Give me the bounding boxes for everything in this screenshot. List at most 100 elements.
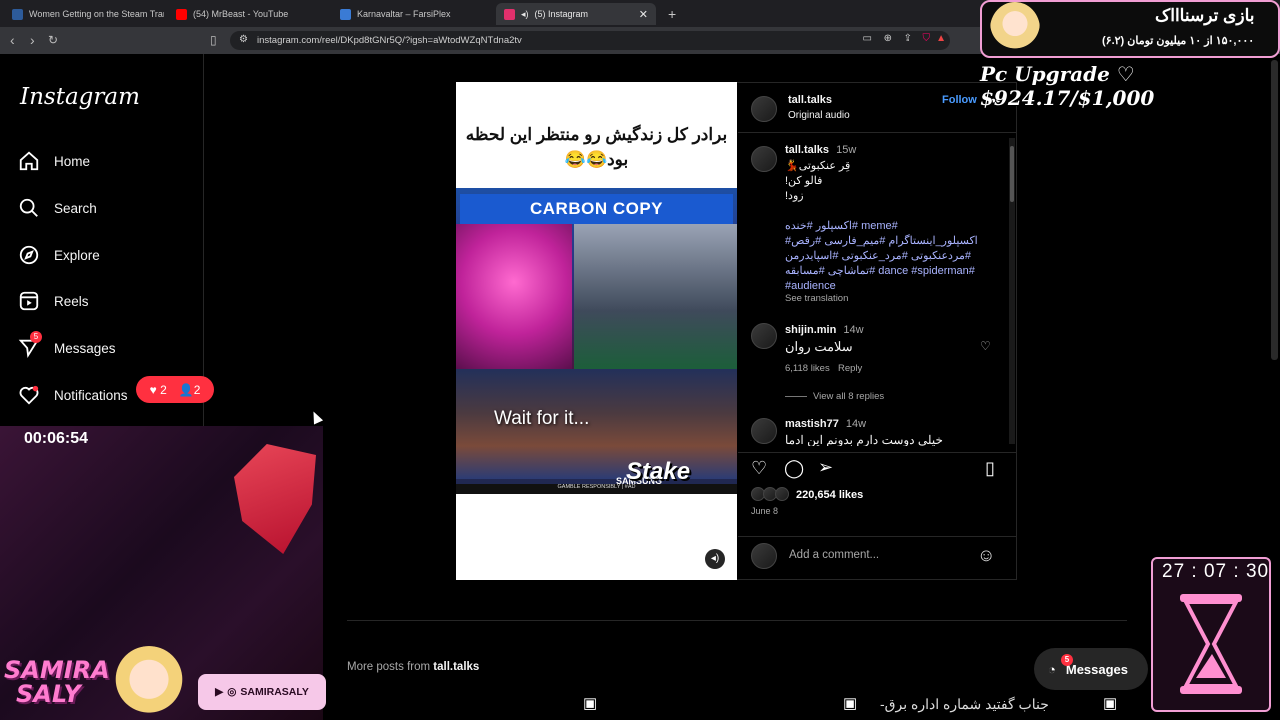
speaker-icon: ◂)	[521, 8, 529, 19]
brave-shield-icon[interactable]: ⛉	[923, 33, 931, 44]
reel-thumbnail-icon[interactable]: ▣	[583, 694, 597, 712]
carbon-copy-banner: CARBON COPY	[460, 194, 733, 224]
reels-icon	[19, 291, 39, 311]
more-posts-user-link[interactable]: tall.talks	[433, 661, 479, 673]
divider	[738, 132, 1016, 133]
comment-icon[interactable]: ◯	[784, 458, 804, 479]
reload-icon[interactable]: ↻	[48, 33, 58, 47]
site-settings-icon[interactable]: ⚙	[239, 34, 248, 45]
hashtags-line[interactable]: #dance #spiderman #تماشاچی #مسابقه	[785, 264, 985, 279]
reel-thumbnail-icon[interactable]: ▣	[843, 694, 857, 712]
sidebar-item-label: Search	[54, 200, 97, 216]
caption-line: زود!	[785, 190, 804, 202]
floating-messages-button[interactable]: ◔ 5 Messages	[1034, 648, 1148, 690]
see-translation-link[interactable]: See translation	[785, 293, 848, 304]
caption-author-avatar[interactable]	[751, 146, 777, 172]
back-arrow-icon[interactable]: ‹	[10, 32, 15, 48]
author-avatar[interactable]	[751, 96, 777, 122]
instagram-favicon-icon	[504, 8, 515, 20]
sidebar-item-label: Messages	[54, 340, 116, 356]
reel-video[interactable]: CARBON COPY SAMSUNG Wait for it... Stake…	[456, 188, 737, 494]
comment-reply-link[interactable]: Reply	[838, 363, 862, 374]
follow-button[interactable]: Follow	[942, 94, 977, 106]
new-tab-button[interactable]: +	[660, 3, 684, 25]
share-icon[interactable]: ⇪	[904, 33, 912, 44]
caption-line: فالو کن!	[785, 175, 823, 187]
comment-like-icon[interactable]: ♡	[980, 339, 991, 353]
sidebar-item-explore[interactable]: Explore	[18, 244, 100, 266]
caption-time: 15w	[836, 144, 857, 156]
pc-upgrade-goal: Pc Upgrade ♡ $924.17/$1,000	[980, 62, 1155, 110]
like-icon[interactable]: ♡	[751, 458, 767, 479]
sidebar-item-reels[interactable]: Reels	[18, 290, 89, 312]
browser-tab-1[interactable]: Women Getting on the Steam Tram	[4, 3, 164, 25]
bookmark-icon[interactable]: ▯	[210, 33, 217, 47]
hashtags-line[interactable]: #meme #اکسپلور #خنده	[785, 219, 933, 234]
mute-toggle-icon[interactable]: ◂)	[705, 549, 725, 569]
instagram-logo[interactable]: Instagram	[20, 84, 140, 110]
sidebar-item-label: Notifications	[54, 387, 128, 403]
add-comment-input[interactable]: Add a comment...	[789, 549, 879, 561]
address-bar[interactable]: ⚙ instagram.com/reel/DKpd8tGNr5Q/?igsh=a…	[230, 31, 950, 50]
heart-icon: ♥	[149, 382, 157, 397]
divider	[738, 452, 1016, 453]
post-details-panel	[737, 82, 1017, 580]
game-title: بازی ترسناااک	[1155, 6, 1255, 25]
hashtags-line[interactable]: اکسپلور_اینستاگرام #میم_فارسی #رقص#	[785, 234, 980, 249]
post-date[interactable]: June 8	[751, 506, 778, 516]
close-tab-icon[interactable]: ✕	[639, 8, 648, 21]
view-replies-link[interactable]: View all 8 replies	[813, 391, 884, 402]
streamer-name-logo: SAMIRA SALY	[4, 658, 110, 706]
comments-scroll-thumb[interactable]	[1010, 146, 1014, 202]
messages-label: Messages	[1065, 661, 1129, 677]
forward-arrow-icon[interactable]: ›	[30, 32, 35, 48]
sidebar-item-home[interactable]: Home	[18, 150, 90, 172]
sidebar-item-label: Reels	[54, 293, 89, 309]
page-scrollbar[interactable]	[1271, 60, 1278, 360]
comment-time: 14w	[845, 418, 867, 430]
follows-count-value: 2	[193, 382, 201, 397]
follows-count: 👤2	[179, 383, 201, 397]
sidebar-item-label: Explore	[54, 247, 100, 263]
commenter-avatar[interactable]	[751, 323, 777, 349]
browser-tab-3[interactable]: Karnavaltar – FarsiPlex	[332, 3, 492, 25]
browser-tab-2[interactable]: (54) MrBeast - YouTube	[168, 3, 328, 25]
instagram-icon: ◎	[227, 686, 237, 698]
tab-title: Karnavaltar – FarsiPlex	[357, 9, 451, 19]
messages-badge: 5	[30, 331, 42, 343]
post-author[interactable]: tall.talks	[788, 94, 832, 106]
messenger-icon: ◔	[1048, 661, 1056, 677]
commenter-avatar[interactable]	[751, 418, 777, 444]
rewards-icon[interactable]: ▲	[936, 33, 946, 44]
cast-icon[interactable]: ▭	[863, 33, 872, 44]
hourglass-icon	[1180, 594, 1242, 694]
notifications-popup[interactable]: ♥ 2 👤2	[136, 376, 214, 403]
streamer-avatar	[112, 646, 186, 720]
sidebar-item-messages[interactable]: 5 Messages	[18, 331, 116, 359]
hashtags-line[interactable]: #audience	[785, 279, 836, 294]
comment-likes[interactable]: 6,118 likes	[785, 363, 830, 374]
browser-tab-instagram[interactable]: ◂) (5) Instagram ✕	[496, 3, 656, 25]
audio-label[interactable]: Original audio	[788, 108, 850, 123]
tab-title: (54) MrBeast - YouTube	[193, 9, 289, 19]
reel-media[interactable]: برادر کل زندگیش رو منتظر این لحظه بود😂😂 …	[456, 82, 737, 580]
hashtags-line[interactable]: #مردعنکبوتی #مرد_عنکبوتی #اسپایدرمن	[785, 249, 980, 264]
video-crowd-frame	[574, 224, 737, 369]
zoom-icon[interactable]: ⊕	[884, 33, 892, 44]
youtube-favicon-icon	[176, 8, 187, 20]
comment-author[interactable]: mastish77 14w	[785, 418, 866, 430]
comment-author[interactable]: shijin.min 14w	[785, 324, 864, 336]
caption-author-name: tall.talks	[785, 144, 830, 156]
sidebar-item-notifications[interactable]: Notifications	[18, 384, 128, 406]
reel-thumbnail-icon[interactable]: ▣	[1103, 694, 1117, 712]
share-icon[interactable]: ➢	[818, 457, 833, 478]
hourglass-timer: 27 : 07 : 30	[1162, 561, 1270, 582]
save-bookmark-icon[interactable]: ▯	[985, 458, 995, 479]
caption-author[interactable]: tall.talks 15w	[785, 144, 856, 156]
sidebar-item-search[interactable]: Search	[18, 197, 97, 219]
like-count[interactable]: 220,654 likes	[796, 489, 863, 501]
replies-line	[785, 396, 807, 397]
emoji-icon[interactable]: ☺	[977, 545, 995, 566]
home-icon	[19, 151, 39, 171]
likes-count: ♥ 2	[150, 383, 167, 397]
